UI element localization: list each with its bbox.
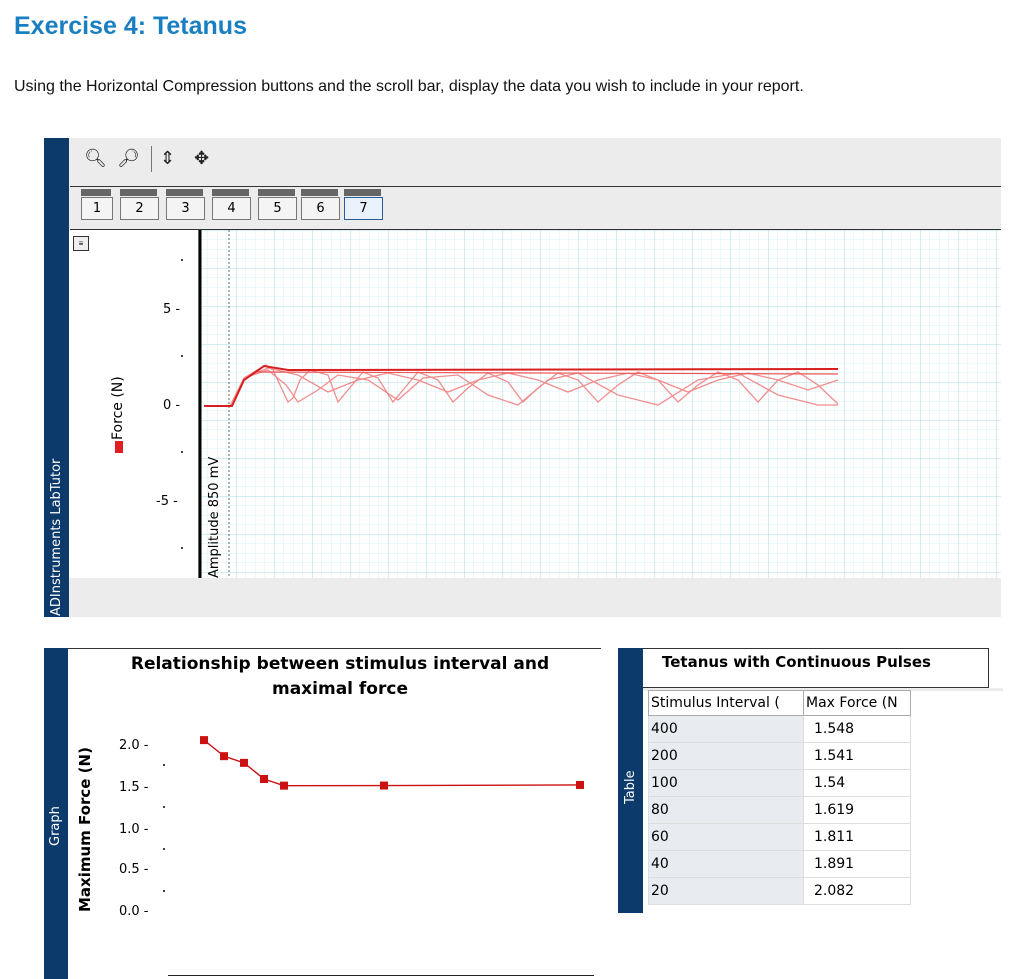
y-tick-0: 0 -: [163, 398, 181, 413]
zoom-in-icon[interactable]: 🔍︎: [84, 148, 107, 169]
graph-y-tick-0.0: 0.0 -: [119, 904, 149, 919]
col-header-max-force[interactable]: Max Force (N: [803, 690, 911, 716]
tab-4[interactable]: 4: [212, 197, 251, 220]
pan-icon[interactable]: ✥: [194, 148, 209, 169]
table-row[interactable]: 20 2.082: [648, 877, 911, 905]
table-title: Tetanus with Continuous Pulses: [662, 653, 931, 671]
data-point-4: [280, 781, 288, 790]
graph-y-tick-1.5: 1.5 -: [119, 780, 149, 795]
table-header-row: Stimulus Interval ( Max Force (N: [648, 690, 911, 716]
table-row[interactable]: 60 1.811: [648, 823, 911, 851]
graph-y-tick-0.5: 0.5 -: [119, 862, 149, 877]
tab-7-active[interactable]: 7: [344, 197, 383, 220]
table-cell[interactable]: 100: [648, 769, 804, 797]
force-trace-plot: [198, 230, 1001, 578]
table-cell[interactable]: 200: [648, 742, 804, 770]
graph-y-axis-label: Maximum Force (N): [76, 747, 94, 912]
zoom-out-icon[interactable]: 🔎︎: [117, 148, 140, 169]
amplitude-marker-label: Amplitude 850 mV: [207, 456, 222, 578]
y-tick-5: 5 -: [163, 302, 181, 317]
instructions-text: Using the Horizontal Compression buttons…: [14, 78, 804, 95]
table-row[interactable]: 400 1.548: [648, 715, 911, 743]
table-cell[interactable]: 1.811: [803, 823, 911, 851]
graph-sidebar: Graph: [44, 648, 68, 979]
table-cell[interactable]: 60: [648, 823, 804, 851]
col-header-stimulus-interval[interactable]: Stimulus Interval (: [648, 690, 804, 716]
table-row[interactable]: 40 1.891: [648, 850, 911, 878]
data-point-2: [240, 758, 248, 767]
table-cell[interactable]: 1.891: [803, 850, 911, 878]
table-row[interactable]: 100 1.54: [648, 769, 911, 797]
labtutor-sidebar-label: ADInstruments LabTutor: [49, 458, 64, 616]
data-point-5: [380, 781, 388, 790]
channel-settings-icon[interactable]: ≡: [73, 236, 89, 251]
page-title: Exercise 4: Tetanus: [14, 12, 247, 40]
table-cell[interactable]: 40: [648, 850, 804, 878]
table-cell[interactable]: 2.082: [803, 877, 911, 905]
stimulus-force-chart: [200, 736, 584, 790]
tab-5[interactable]: 5: [258, 197, 297, 220]
graph-y-tick-1.0: 1.0 -: [119, 822, 149, 837]
graph-sidebar-label: Graph: [48, 806, 63, 846]
autoscale-icon[interactable]: ⇕: [160, 148, 175, 169]
table-cell[interactable]: 20: [648, 877, 804, 905]
table-cell[interactable]: 80: [648, 796, 804, 824]
table-cell[interactable]: 1.54: [803, 769, 911, 797]
data-point-3: [260, 775, 268, 784]
graph-y-tick-2.0: 2.0 -: [119, 738, 149, 753]
data-point-1: [220, 752, 228, 761]
scroll-bar-area[interactable]: [69, 578, 1001, 617]
table-cell[interactable]: 1.619: [803, 796, 911, 824]
table-cell[interactable]: 400: [648, 715, 804, 743]
labtutor-sidebar: ADInstruments LabTutor: [44, 138, 69, 617]
table-row[interactable]: 80 1.619: [648, 796, 911, 824]
table-sidebar: Table: [618, 648, 643, 913]
tab-2[interactable]: 2: [120, 197, 159, 220]
data-point-6: [576, 780, 584, 789]
channel-label: Force (N): [110, 376, 126, 440]
graph-title: Relationship between stimulus interval a…: [130, 654, 550, 699]
channel-color-swatch: [115, 441, 123, 453]
data-point-0: [200, 736, 208, 745]
tab-1[interactable]: 1: [81, 197, 113, 220]
table-sidebar-label: Table: [623, 770, 638, 804]
results-table: Stimulus Interval ( Max Force (N 400 1.54…: [648, 690, 911, 905]
y-tick-neg5: -5 -: [156, 494, 178, 509]
tab-6[interactable]: 6: [301, 197, 340, 220]
table-row[interactable]: 200 1.541: [648, 742, 911, 770]
tab-3[interactable]: 3: [166, 197, 205, 220]
table-cell[interactable]: 1.548: [803, 715, 911, 743]
table-cell[interactable]: 1.541: [803, 742, 911, 770]
